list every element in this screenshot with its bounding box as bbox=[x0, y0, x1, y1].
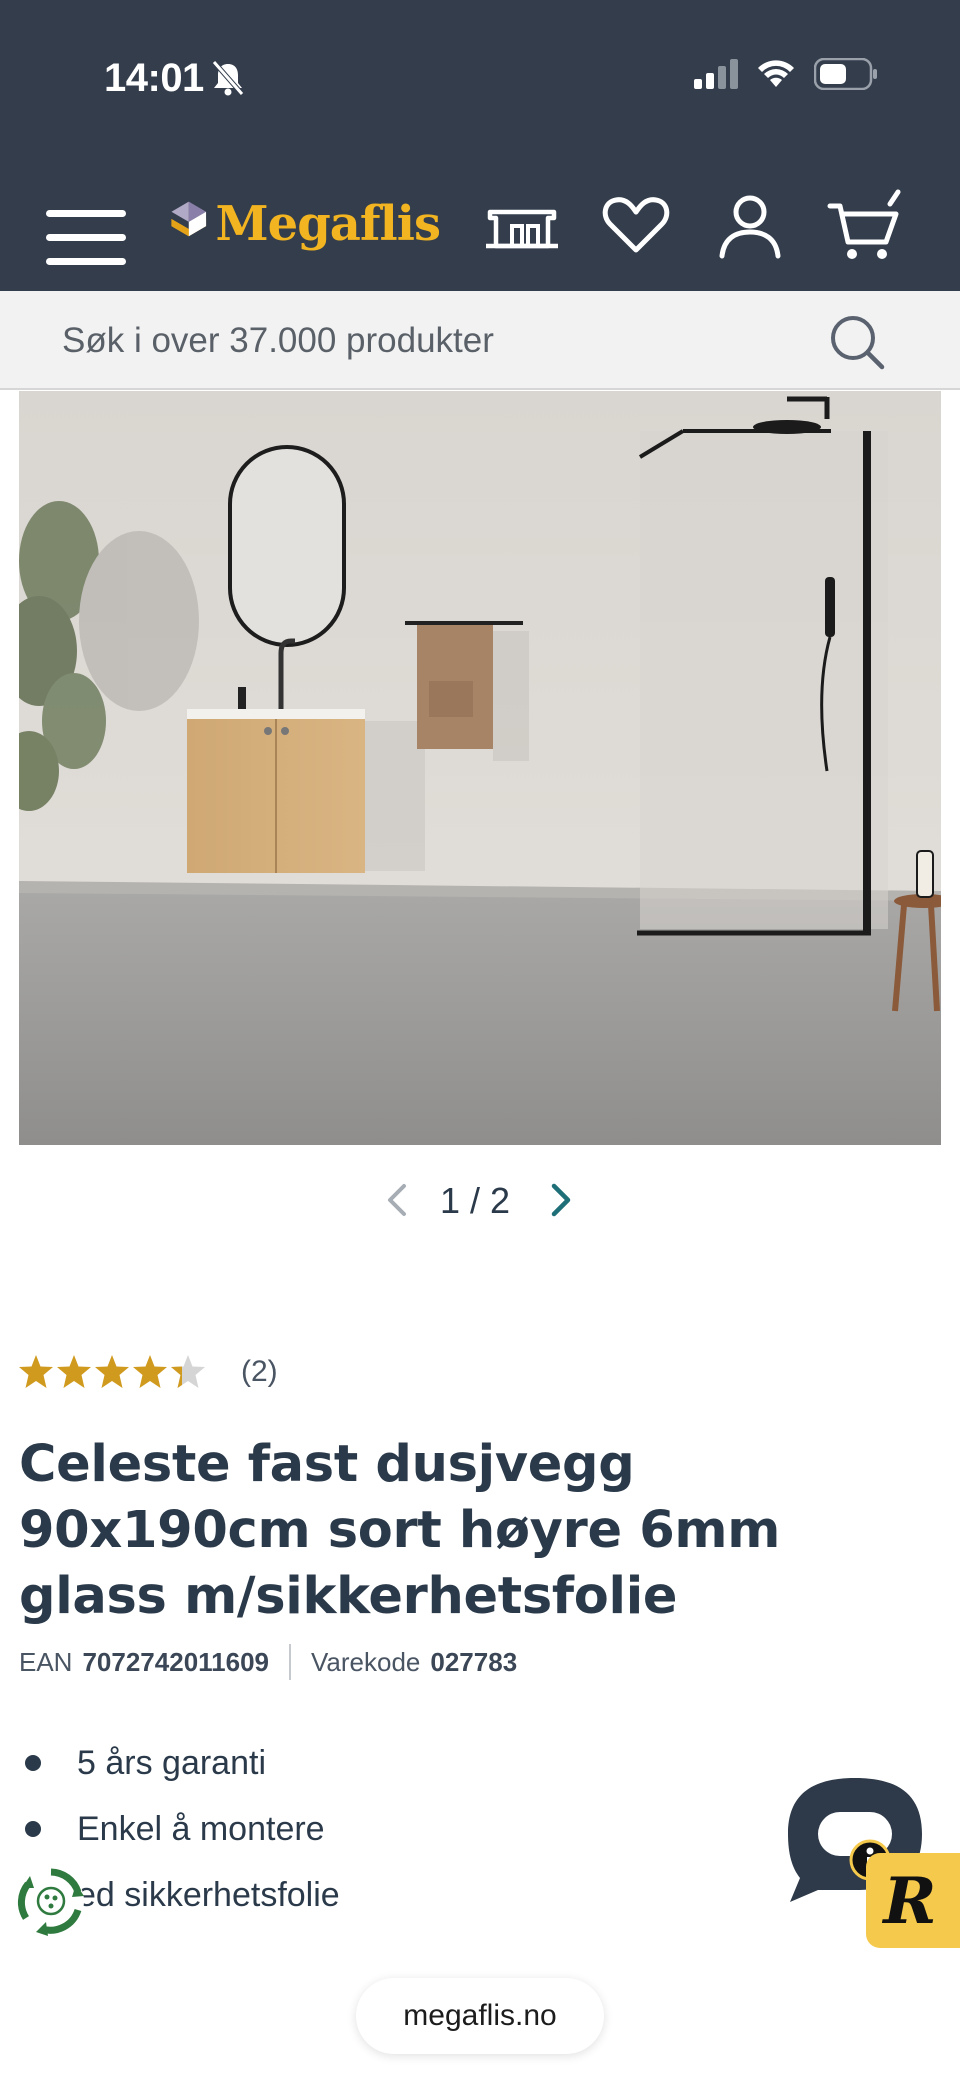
product-codes: EAN 7072742011609 Varekode 027783 bbox=[19, 1644, 517, 1680]
review-count: (2) bbox=[241, 1355, 278, 1388]
r-logo-icon: R bbox=[881, 1864, 936, 1939]
chevron-right-icon[interactable] bbox=[542, 1180, 578, 1220]
wifi-icon bbox=[758, 60, 794, 87]
feature-text: Enkel å montere bbox=[77, 1809, 325, 1848]
feature-item: 5 års garanti bbox=[19, 1730, 340, 1796]
code-value: 027783 bbox=[430, 1646, 518, 1677]
ean-value: 7072742011609 bbox=[82, 1646, 270, 1677]
star-rating-icon bbox=[19, 1355, 205, 1388]
recycle-icon[interactable] bbox=[16, 1866, 86, 1936]
heart-icon[interactable] bbox=[596, 186, 676, 266]
browser-url-bar[interactable]: megaflis.no bbox=[356, 1978, 604, 2054]
r-badge[interactable]: R bbox=[866, 1853, 960, 1948]
logo-text: Megaflis bbox=[215, 196, 441, 252]
codes-divider bbox=[289, 1644, 292, 1680]
megaflis-logo[interactable]: Megaflis bbox=[170, 184, 441, 264]
bathroom-illustration bbox=[19, 391, 941, 1145]
gallery-pager: 1 / 2 bbox=[380, 1170, 580, 1230]
pager-text: 1 / 2 bbox=[440, 1180, 511, 1221]
site-header: 14:01 Megaflis bbox=[0, 0, 960, 291]
product-rating[interactable]: (2) bbox=[19, 1352, 278, 1392]
ean-label: EAN bbox=[19, 1646, 73, 1677]
menu-bar bbox=[46, 210, 126, 217]
product-title: Celeste fast dusjvegg 90x190cm sort høyr… bbox=[19, 1435, 781, 1626]
product-image[interactable] bbox=[19, 391, 941, 1145]
feature-text: ed sikkerhetsfolie bbox=[77, 1875, 340, 1914]
status-time: 14:01 bbox=[104, 56, 204, 100]
bell-muted-icon bbox=[212, 60, 244, 96]
battery-icon bbox=[814, 58, 877, 90]
menu-bar bbox=[46, 258, 126, 265]
feature-text: 5 års garanti bbox=[77, 1743, 266, 1782]
code-label: Varekode bbox=[311, 1646, 421, 1677]
user-icon[interactable] bbox=[710, 186, 790, 266]
menu-bar bbox=[46, 234, 126, 241]
bullet bbox=[25, 1821, 41, 1837]
bullet bbox=[25, 1755, 41, 1771]
menu-button[interactable] bbox=[46, 192, 126, 265]
feature-item: Enkel å montere bbox=[19, 1796, 340, 1862]
search-icon[interactable] bbox=[826, 311, 888, 373]
status-right bbox=[694, 58, 878, 90]
signal-icon bbox=[694, 59, 738, 89]
search-bar bbox=[0, 291, 960, 390]
svg-text:R: R bbox=[881, 1864, 936, 1939]
cart-icon[interactable] bbox=[824, 186, 904, 266]
search-input[interactable] bbox=[62, 318, 762, 364]
logo-mark-icon bbox=[171, 201, 207, 237]
main-nav: Megaflis bbox=[0, 170, 960, 270]
chevron-left-icon[interactable] bbox=[380, 1180, 416, 1220]
store-icon[interactable] bbox=[482, 186, 562, 266]
